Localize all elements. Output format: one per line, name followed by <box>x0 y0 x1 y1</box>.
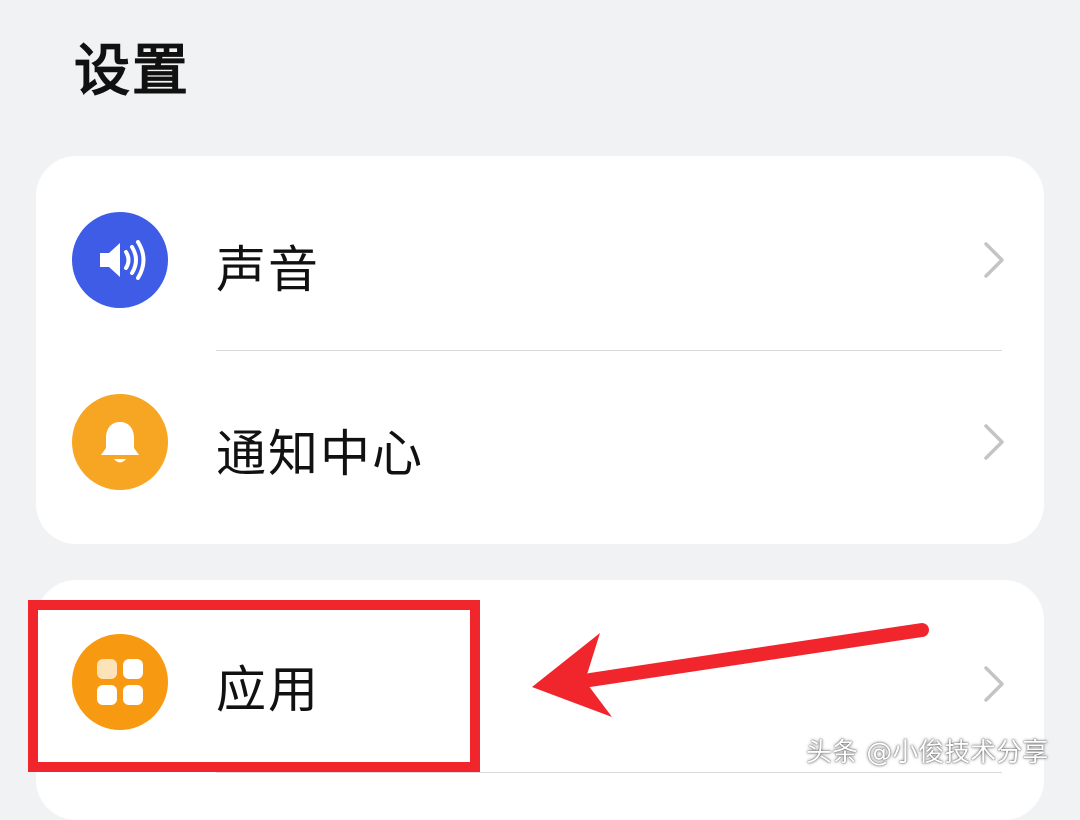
annotation-arrow <box>532 623 929 717</box>
watermark: 头条 @小俊技术分享 <box>806 738 1049 768</box>
